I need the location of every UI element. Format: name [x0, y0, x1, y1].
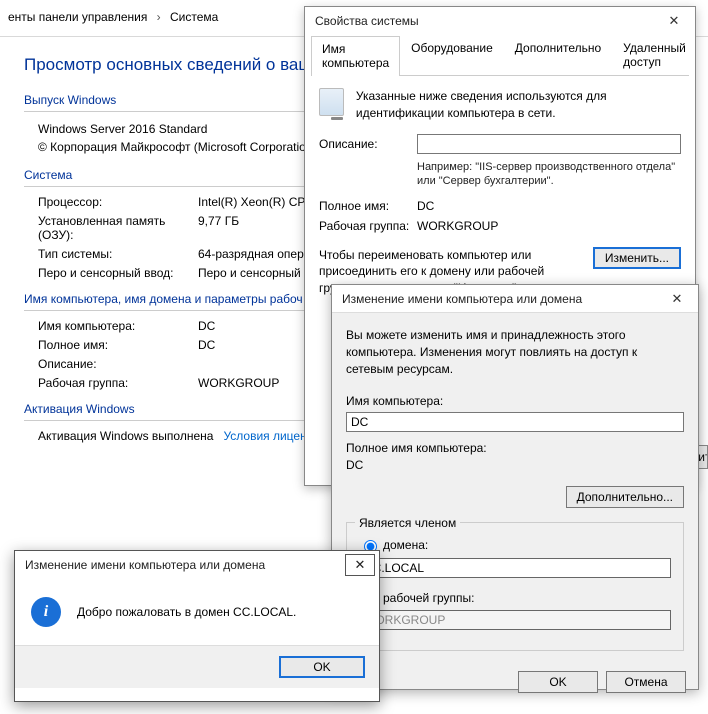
- breadcrumb-separator: ›: [157, 10, 161, 24]
- rename-name-input[interactable]: [346, 412, 684, 432]
- close-icon[interactable]: ✕: [345, 554, 375, 576]
- fullname-label: Полное имя:: [38, 338, 198, 352]
- sp-workgroup-label: Рабочая группа:: [319, 219, 417, 233]
- sp-workgroup-value: WORKGROUP: [417, 219, 498, 233]
- breadcrumb-level-2[interactable]: Система: [170, 10, 218, 24]
- rename-intro-text: Вы можете изменить имя и принадлежность …: [346, 327, 684, 377]
- close-icon[interactable]: ✕: [660, 291, 694, 307]
- info-icon: i: [31, 597, 61, 627]
- sp-description-hint: Например: "IIS-сервер производственного …: [417, 160, 681, 190]
- rename-fullname-value: DC: [346, 457, 684, 474]
- sysprops-titlebar[interactable]: Свойства системы ✕: [305, 7, 695, 35]
- workgroup-label: Рабочая группа:: [38, 376, 198, 390]
- rename-fullname-label: Полное имя компьютера:: [346, 440, 684, 457]
- more-button[interactable]: Дополнительно...: [566, 486, 684, 508]
- systype-label: Тип системы:: [38, 247, 198, 261]
- rename-ok-button[interactable]: OK: [518, 671, 598, 693]
- sp-description-input[interactable]: [417, 134, 681, 154]
- sysprops-tabs: Имя компьютера Оборудование Дополнительн…: [311, 35, 689, 76]
- activation-status: Активация Windows выполнена: [38, 429, 213, 443]
- tab-advanced[interactable]: Дополнительно: [504, 35, 612, 75]
- compname-label: Имя компьютера:: [38, 319, 198, 333]
- msg-titlebar[interactable]: Изменение имени компьютера или домена ✕: [15, 551, 379, 579]
- welcome-message-dialog: Изменение имени компьютера или домена ✕ …: [14, 550, 380, 702]
- breadcrumb-level-1[interactable]: енты панели управления: [8, 10, 147, 24]
- description-label: Описание:: [38, 357, 198, 371]
- ram-label: Установленная память (ОЗУ):: [38, 214, 198, 242]
- member-of-legend: Является членом: [355, 515, 460, 532]
- rename-computer-dialog: Изменение имени компьютера или домена ✕ …: [331, 284, 699, 690]
- sysprops-intro-text: Указанные ниже сведения используются для…: [356, 88, 681, 122]
- sp-fullname-label: Полное имя:: [319, 199, 417, 213]
- radio-domain-label: домена:: [383, 537, 428, 554]
- workgroup-input: [359, 610, 671, 630]
- radio-workgroup-label: рабочей группы:: [383, 590, 474, 607]
- rename-title: Изменение имени компьютера или домена: [342, 292, 660, 306]
- rename-cancel-button[interactable]: Отмена: [606, 671, 686, 693]
- computer-icon: [319, 88, 344, 116]
- rename-titlebar[interactable]: Изменение имени компьютера или домена ✕: [332, 285, 698, 313]
- sp-description-label: Описание:: [319, 137, 417, 151]
- rename-name-label: Имя компьютера:: [346, 393, 684, 410]
- msg-ok-button[interactable]: OK: [279, 656, 365, 678]
- tab-remote[interactable]: Удаленный доступ: [612, 35, 697, 75]
- sp-fullname-value: DC: [417, 199, 434, 213]
- close-icon[interactable]: ✕: [657, 13, 691, 29]
- change-button[interactable]: Изменить...: [593, 247, 681, 269]
- msg-text: Добро пожаловать в домен CC.LOCAL.: [77, 605, 296, 619]
- member-of-group: Является членом домена: рабочей группы:: [346, 522, 684, 652]
- tab-hardware[interactable]: Оборудование: [400, 35, 504, 75]
- domain-input[interactable]: [359, 558, 671, 578]
- pen-label: Перо и сенсорный ввод:: [38, 266, 198, 280]
- sysprops-title: Свойства системы: [315, 14, 657, 28]
- cpu-label: Процессор:: [38, 195, 198, 209]
- tab-computer-name[interactable]: Имя компьютера: [311, 36, 400, 76]
- msg-title: Изменение имени компьютера или домена: [25, 558, 345, 572]
